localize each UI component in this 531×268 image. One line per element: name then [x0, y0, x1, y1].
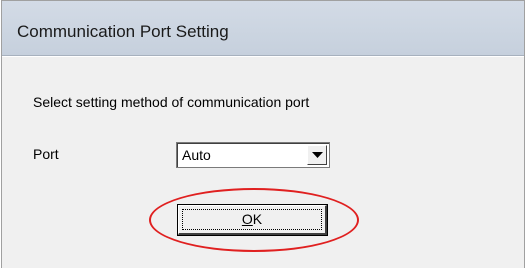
ok-button[interactable]: OK	[177, 204, 328, 236]
title-bar[interactable]: Communication Port Setting	[2, 1, 524, 56]
ok-button-label-rest: K	[252, 211, 263, 227]
port-select-value: Auto	[182, 147, 211, 163]
port-select[interactable]: Auto	[176, 142, 330, 168]
ok-button-accelerator: O	[241, 211, 253, 227]
port-select-dropdown-button[interactable]	[307, 145, 327, 165]
client-edge-divider	[2, 56, 524, 57]
ok-button-label: OK	[179, 211, 325, 227]
chevron-down-icon	[312, 152, 323, 158]
screenshot-stage: Communication Port Setting Select settin…	[0, 0, 531, 268]
window-title: Communication Port Setting	[17, 22, 229, 41]
port-label: Port	[33, 146, 59, 162]
instruction-text: Select setting method of communication p…	[33, 94, 310, 110]
